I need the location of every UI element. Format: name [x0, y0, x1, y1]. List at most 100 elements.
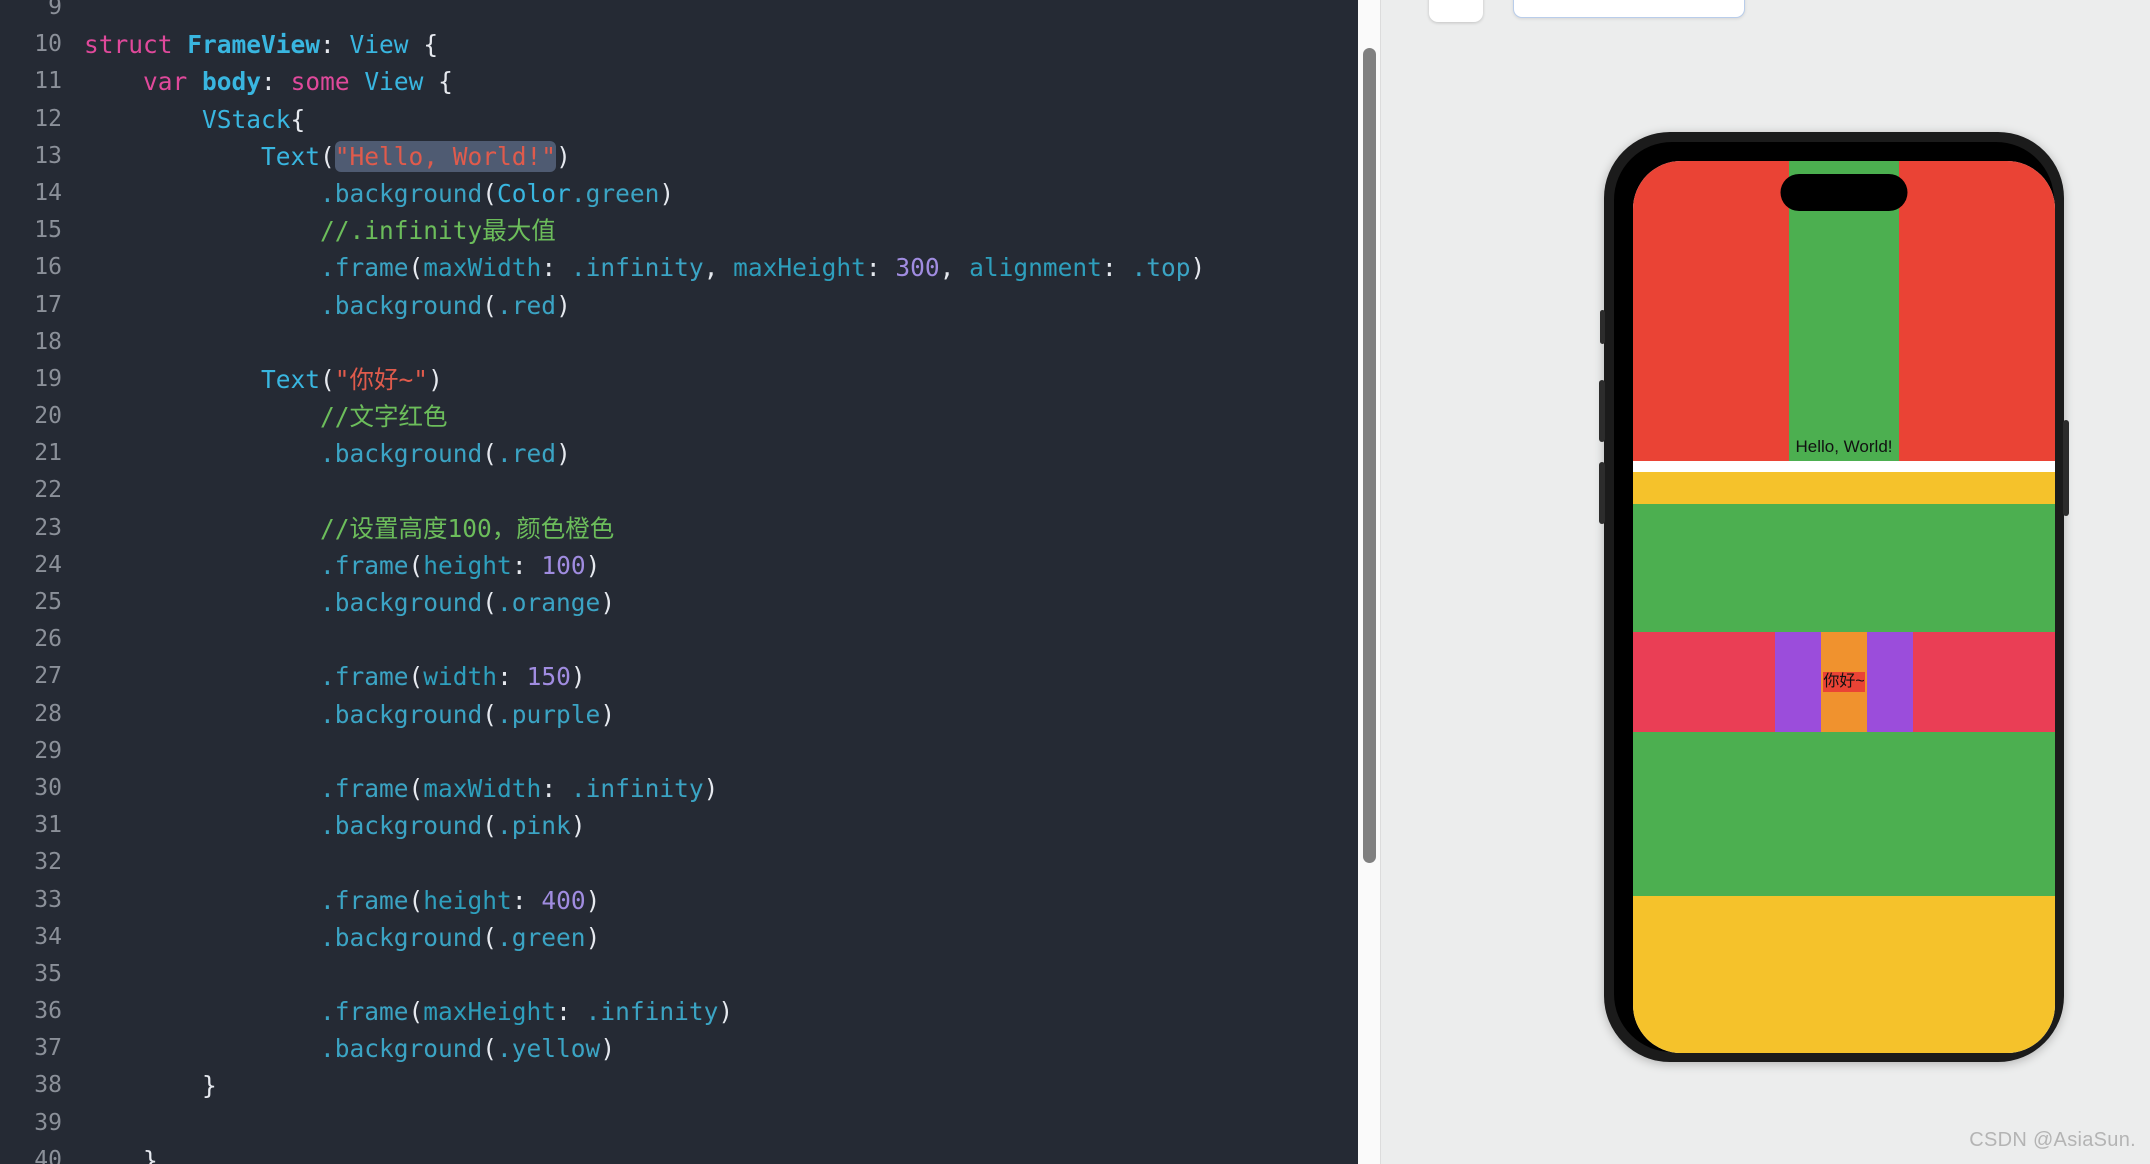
- code-line[interactable]: 13 Text("Hello, World!"): [0, 138, 1358, 175]
- line-code[interactable]: Text("你好~"): [84, 361, 443, 398]
- line-code[interactable]: .background(.yellow): [84, 1030, 615, 1067]
- code-line[interactable]: 32: [0, 844, 1358, 881]
- code-token: ): [659, 178, 675, 208]
- code-line[interactable]: 30 .frame(maxWidth: .infinity): [0, 770, 1358, 807]
- code-token: (: [482, 439, 498, 469]
- line-number: 15: [34, 217, 62, 244]
- line-code[interactable]: .background(.red): [84, 435, 571, 472]
- line-code[interactable]: .frame(maxWidth: .infinity, maxHeight: 3…: [84, 249, 1205, 286]
- line-number: 28: [34, 700, 62, 727]
- code-token: ): [585, 885, 601, 915]
- line-code[interactable]: //设置高度100，颜色橙色: [84, 510, 614, 547]
- code-token: .frame: [320, 662, 409, 692]
- scrollbar-thumb[interactable]: [1363, 48, 1376, 863]
- line-number: 17: [34, 291, 62, 318]
- line-code[interactable]: //.infinity最大值: [84, 212, 556, 249]
- line-code[interactable]: .frame(maxHeight: .infinity): [84, 993, 733, 1030]
- code-content[interactable]: 9 10 struct FrameView: View {11 var body: …: [0, 0, 1358, 1164]
- code-token: .yellow: [497, 1034, 601, 1064]
- code-line[interactable]: 26: [0, 621, 1358, 658]
- line-code[interactable]: .background(.red): [84, 287, 571, 324]
- line-code[interactable]: Text("Hello, World!"): [84, 138, 571, 175]
- line-code[interactable]: .frame(width: 150): [84, 658, 586, 695]
- volume-down-button[interactable]: [1599, 462, 1605, 524]
- code-line[interactable]: 23 //设置高度100，颜色橙色: [0, 510, 1358, 547]
- line-number: 29: [34, 737, 62, 764]
- volume-up-button[interactable]: [1599, 380, 1605, 442]
- code-token: ): [556, 439, 571, 469]
- code-line[interactable]: 39: [0, 1105, 1358, 1142]
- line-code[interactable]: .background(.pink): [84, 807, 586, 844]
- code-line[interactable]: 25 .background(.orange): [0, 584, 1358, 621]
- code-token: :: [541, 773, 571, 803]
- code-token: Text: [261, 364, 321, 394]
- code-line[interactable]: 18: [0, 324, 1358, 361]
- code-editor-pane[interactable]: 9 10 struct FrameView: View {11 var body: …: [0, 0, 1358, 1164]
- line-number: 36: [34, 998, 62, 1025]
- code-line[interactable]: 14 .background(Color.green): [0, 175, 1358, 212]
- line-code[interactable]: VStack{: [84, 101, 305, 138]
- code-line[interactable]: 12 VStack{: [0, 101, 1358, 138]
- code-token: var: [143, 67, 203, 97]
- code-token: maxWidth: [423, 773, 542, 803]
- code-token: .red: [497, 290, 557, 320]
- code-line[interactable]: 37 .background(.yellow): [0, 1030, 1358, 1067]
- line-code[interactable]: .background(Color.green): [84, 175, 674, 212]
- preview-toolbar-button[interactable]: [1429, 0, 1483, 22]
- code-token: (: [408, 253, 424, 283]
- code-line[interactable]: 21 .background(.red): [0, 435, 1358, 472]
- code-line[interactable]: 36 .frame(maxHeight: .infinity): [0, 993, 1358, 1030]
- code-line[interactable]: 35: [0, 956, 1358, 993]
- green-band-lower: [1633, 732, 2055, 896]
- code-line[interactable]: 15 //.infinity最大值: [0, 212, 1358, 249]
- line-code[interactable]: .background(.purple): [84, 696, 615, 733]
- line-code[interactable]: }: [84, 1142, 158, 1164]
- line-code[interactable]: .background(.green): [84, 919, 600, 956]
- line-code[interactable]: .frame(height: 100): [84, 547, 600, 584]
- code-line[interactable]: 38 }: [0, 1067, 1358, 1104]
- orange-segment: 你好~: [1821, 632, 1867, 732]
- code-line[interactable]: 22: [0, 472, 1358, 509]
- code-line[interactable]: 11 var body: some View {: [0, 63, 1358, 100]
- code-token: ): [570, 811, 586, 841]
- silent-switch[interactable]: [1600, 310, 1605, 344]
- code-line[interactable]: 10 struct FrameView: View {: [0, 26, 1358, 63]
- code-line[interactable]: 28 .background(.purple): [0, 696, 1358, 733]
- code-line[interactable]: 27 .frame(width: 150): [0, 658, 1358, 695]
- code-token: .background: [320, 588, 483, 617]
- code-token: ): [585, 922, 601, 952]
- code-line[interactable]: 40 }: [0, 1142, 1358, 1164]
- code-token: ): [703, 773, 719, 803]
- power-button[interactable]: [2063, 420, 2069, 516]
- line-code[interactable]: struct FrameView: View {: [84, 26, 438, 63]
- code-line[interactable]: 34 .background(.green): [0, 919, 1358, 956]
- code-token: ,: [703, 253, 734, 283]
- line-code[interactable]: .background(.orange): [84, 584, 615, 621]
- line-code[interactable]: }: [84, 1067, 217, 1104]
- code-line[interactable]: 16 .frame(maxWidth: .infinity, maxHeight…: [0, 249, 1358, 286]
- code-token: .green: [497, 922, 586, 952]
- code-line[interactable]: 19 Text("你好~"): [0, 361, 1358, 398]
- editor-vertical-scrollbar[interactable]: [1358, 0, 1381, 1164]
- device-screen[interactable]: Hello, World! 你好~: [1633, 161, 2055, 1053]
- code-token: height: [423, 885, 512, 915]
- line-number: 20: [34, 403, 62, 430]
- code-line[interactable]: 9: [0, 0, 1358, 26]
- code-line[interactable]: 33 .frame(height: 400): [0, 882, 1358, 919]
- line-code[interactable]: .frame(maxWidth: .infinity): [84, 770, 718, 807]
- preview-toolbar-field[interactable]: [1513, 0, 1745, 18]
- code-line[interactable]: 17 .background(.red): [0, 287, 1358, 324]
- line-code[interactable]: //文字红色: [84, 398, 448, 435]
- code-line[interactable]: 31 .background(.pink): [0, 807, 1358, 844]
- code-line[interactable]: 24 .frame(height: 100): [0, 547, 1358, 584]
- code-token: //设置高度100，颜色橙色: [320, 513, 615, 543]
- code-line[interactable]: 29: [0, 733, 1358, 770]
- code-line[interactable]: 20 //文字红色: [0, 398, 1358, 435]
- yellow-band-top: [1633, 472, 2055, 504]
- line-code[interactable]: .frame(height: 400): [84, 882, 600, 919]
- line-code[interactable]: var body: some View {: [84, 63, 453, 100]
